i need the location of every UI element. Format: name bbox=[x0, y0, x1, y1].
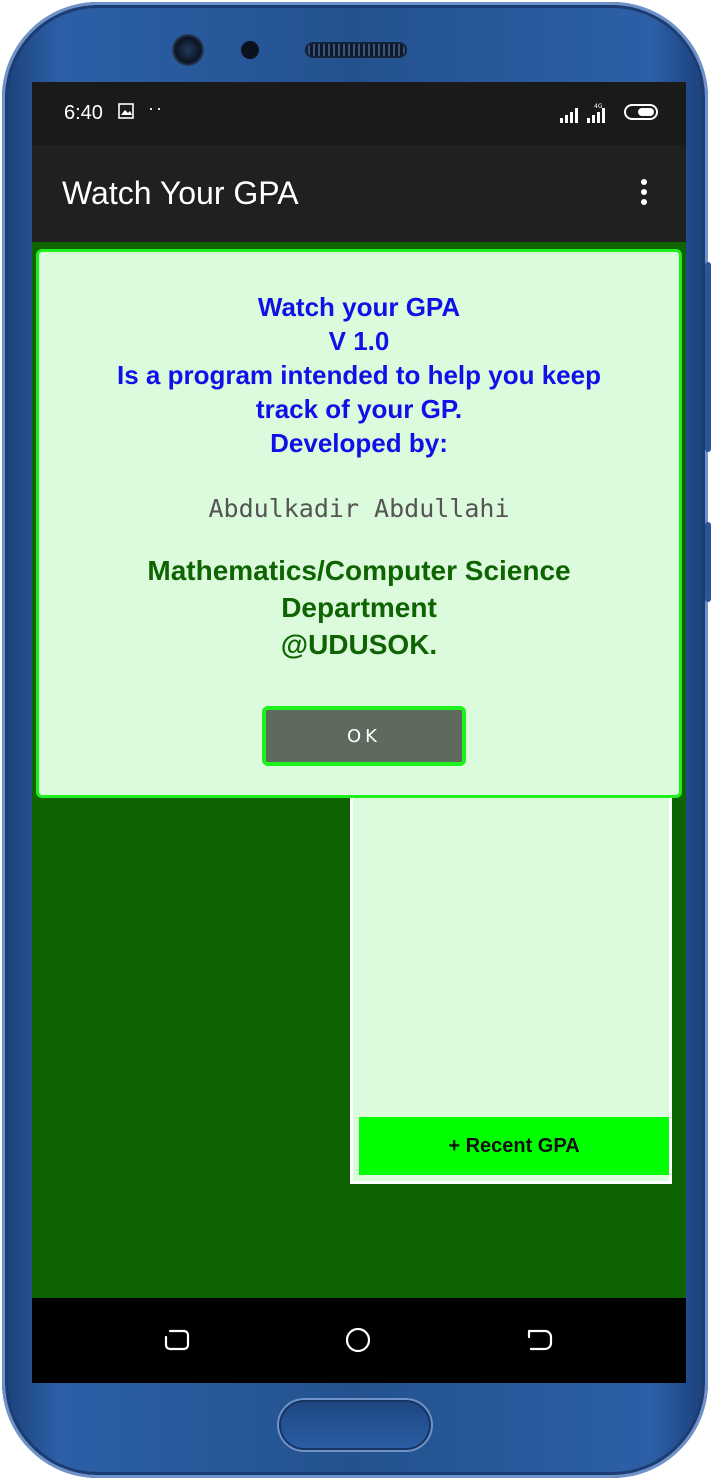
svg-text:4G: 4G bbox=[594, 103, 603, 110]
developer-name: Abdulkadir Abdullahi bbox=[208, 494, 510, 523]
earpiece-speaker bbox=[305, 42, 407, 58]
about-description: Watch your GPA V 1.0 Is a program intend… bbox=[39, 290, 679, 460]
recents-icon[interactable] bbox=[164, 1327, 190, 1353]
status-bar: 6:40 ·· 4G bbox=[32, 82, 686, 145]
home-icon[interactable] bbox=[345, 1327, 371, 1353]
department-line: @UDUSOK. bbox=[280, 629, 438, 660]
department-text: Mathematics/Computer Science Department … bbox=[39, 552, 679, 663]
about-line: Developed by: bbox=[270, 428, 448, 458]
ok-button[interactable]: OK bbox=[262, 706, 466, 766]
department-line: Department bbox=[281, 592, 437, 623]
screen: 6:40 ·· 4G Watch Your GPA + Recent GPA W… bbox=[32, 82, 686, 1383]
status-time: 6:40 bbox=[64, 102, 103, 124]
proximity-sensor bbox=[241, 41, 259, 59]
volume-button bbox=[705, 262, 711, 452]
about-line: Is a program intended to help you keep bbox=[117, 360, 601, 390]
recent-gpa-button[interactable]: + Recent GPA bbox=[359, 1117, 669, 1175]
battery-icon bbox=[624, 104, 658, 120]
about-line: track of your GP. bbox=[255, 394, 463, 424]
about-line: V 1.0 bbox=[328, 326, 390, 356]
about-line: Watch your GPA bbox=[257, 292, 461, 322]
power-button bbox=[705, 522, 711, 602]
notification-dots: ·· bbox=[148, 98, 164, 118]
front-camera bbox=[172, 34, 204, 66]
recent-gpa-panel: + Recent GPA bbox=[350, 782, 672, 1184]
image-icon bbox=[118, 103, 134, 119]
back-icon[interactable] bbox=[527, 1327, 553, 1353]
app-title: Watch Your GPA bbox=[62, 175, 299, 211]
physical-home-button[interactable] bbox=[277, 1398, 433, 1452]
navigation-bar bbox=[32, 1298, 686, 1383]
signal-icon: 4G bbox=[560, 103, 605, 123]
phone-frame: 6:40 ·· 4G Watch Your GPA + Recent GPA W… bbox=[2, 2, 711, 1478]
app-bar: Watch Your GPA bbox=[32, 145, 686, 242]
department-line: Mathematics/Computer Science bbox=[147, 555, 571, 586]
about-dialog: Watch your GPA V 1.0 Is a program intend… bbox=[36, 249, 682, 798]
overflow-menu-icon[interactable] bbox=[632, 179, 656, 211]
